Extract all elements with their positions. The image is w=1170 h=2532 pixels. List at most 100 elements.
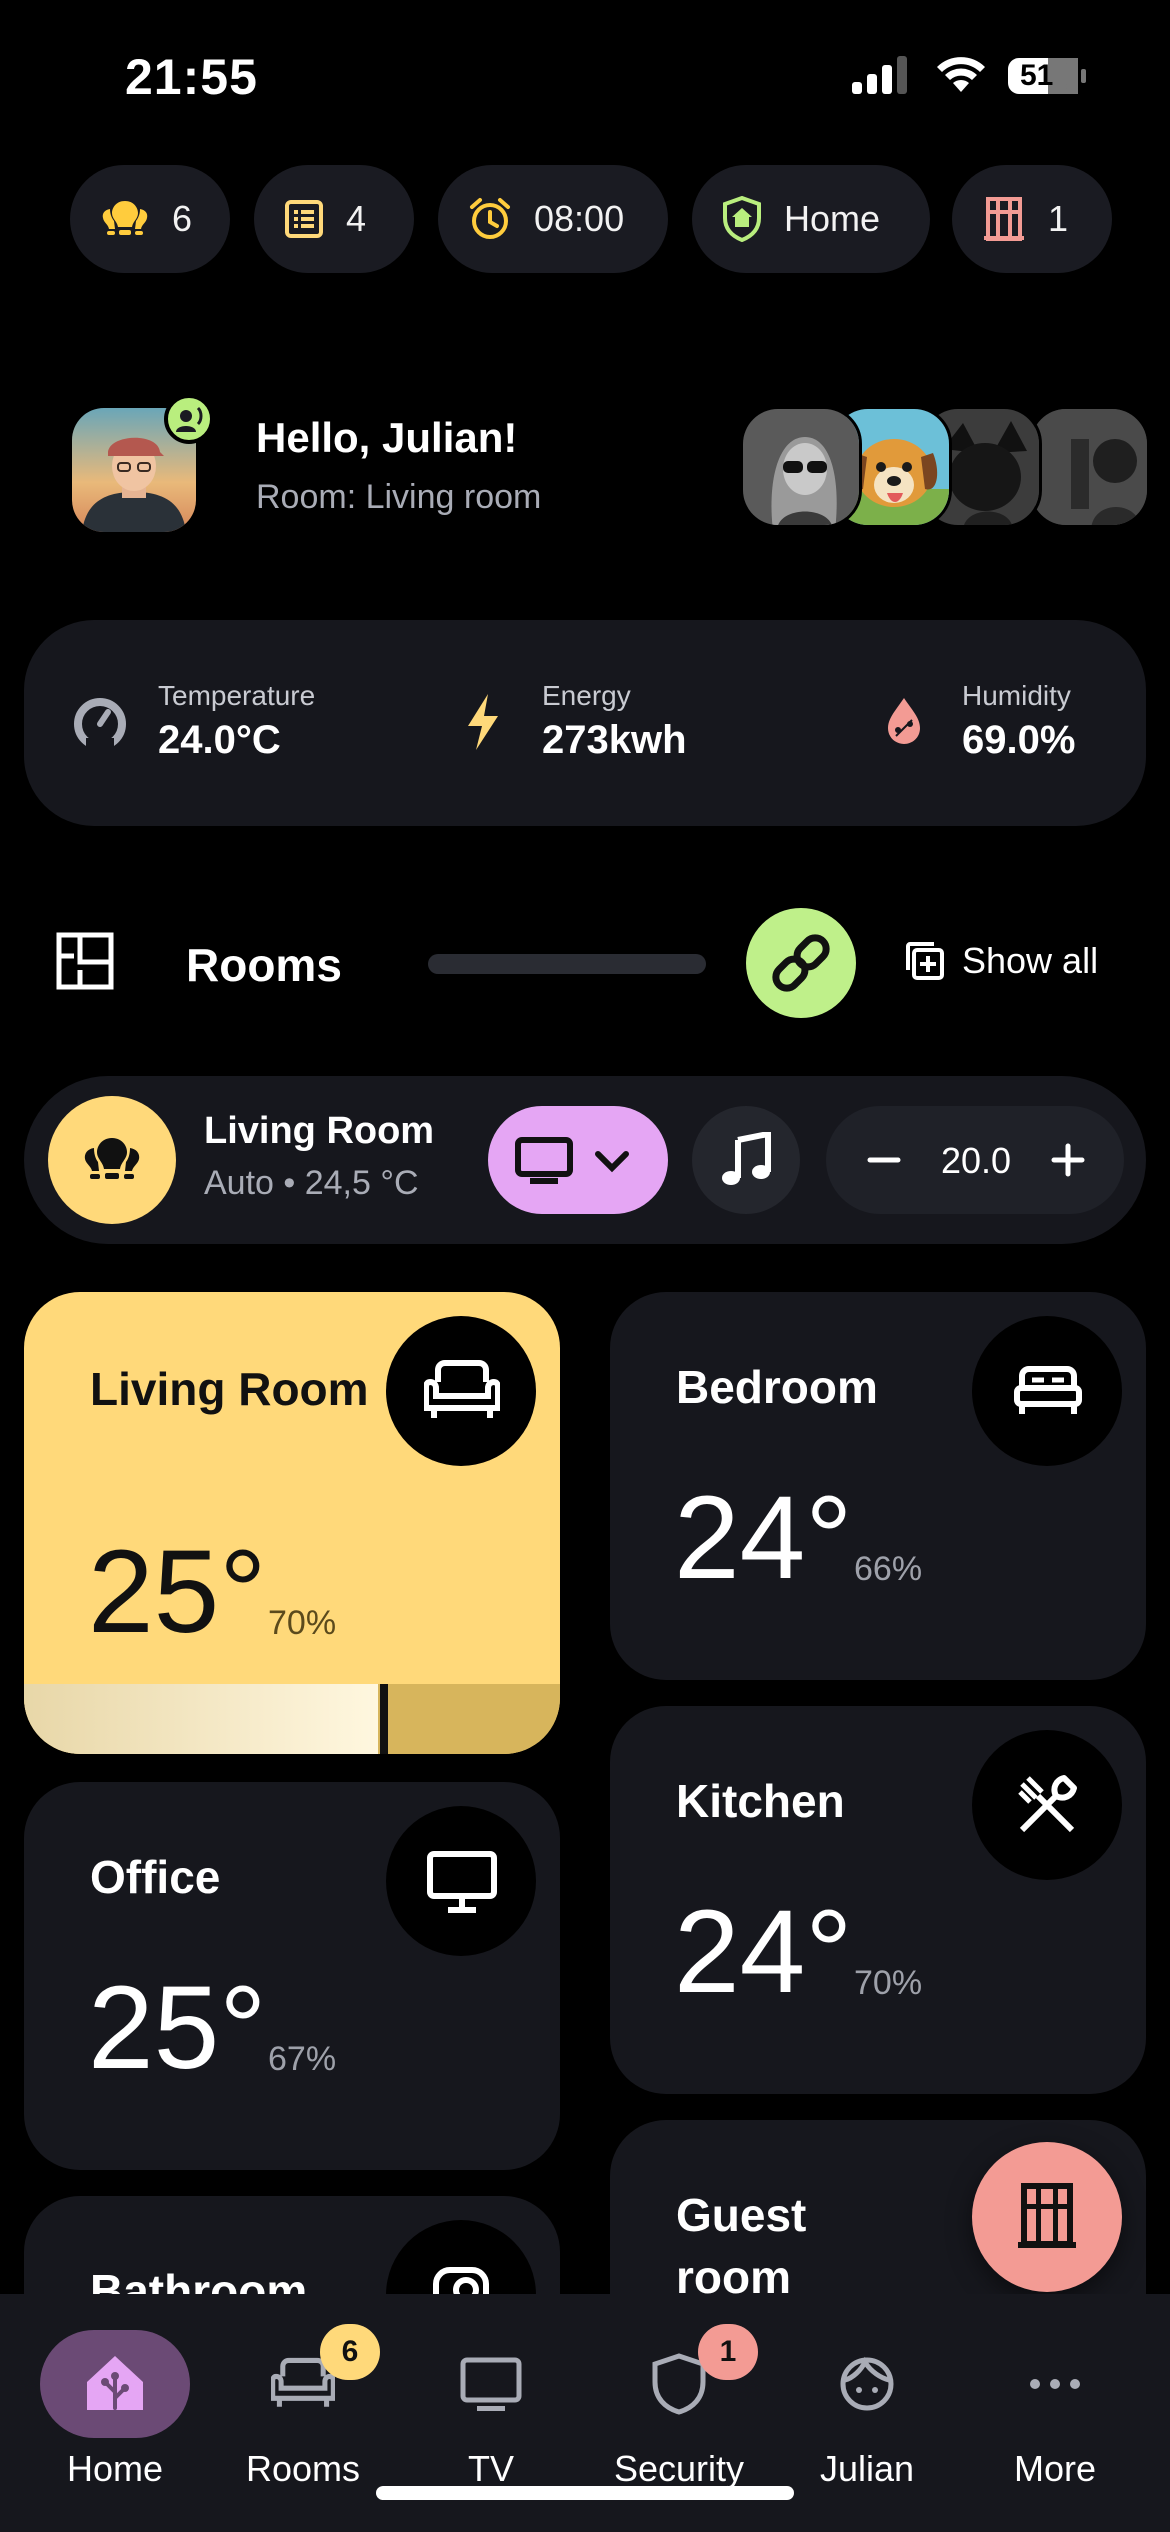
chip-mode[interactable]: Home bbox=[692, 165, 930, 273]
nav-rooms[interactable]: 6 Rooms bbox=[208, 2324, 398, 2500]
door-icon bbox=[1018, 2183, 1076, 2248]
room-card-humidity: 70% bbox=[268, 1604, 337, 1642]
alarm-clock-icon bbox=[470, 198, 510, 239]
sofa-icon bbox=[424, 1360, 500, 1418]
chip-doors[interactable]: 1 bbox=[952, 165, 1112, 273]
room-card-bedroom[interactable]: Bedroom 24° 66% bbox=[610, 1292, 1146, 1680]
rooms-badge: 6 bbox=[320, 2324, 380, 2380]
rooms-header: Rooms Show all bbox=[50, 900, 1140, 1030]
monitor-icon bbox=[427, 1851, 497, 1913]
dots-icon bbox=[1030, 2379, 1080, 2389]
fork-knife-icon bbox=[1018, 1775, 1077, 1833]
family-avatar[interactable] bbox=[740, 406, 862, 528]
nav-label: Security bbox=[613, 2448, 745, 2489]
carousel-indicator[interactable] bbox=[428, 954, 706, 974]
nav-security[interactable]: 1 Security bbox=[584, 2324, 774, 2500]
brightness-fill bbox=[24, 1684, 378, 1754]
security-badge: 1 bbox=[698, 2324, 758, 2380]
sensor-summary: Temperature 24.0°C Energy 273kwh Humidit… bbox=[24, 620, 1146, 826]
nav-home[interactable]: Home bbox=[20, 2330, 210, 2500]
minus-icon[interactable] bbox=[854, 1130, 914, 1190]
battery-level: 51 bbox=[1020, 59, 1054, 92]
library-add-icon bbox=[906, 942, 944, 980]
door-icon bbox=[984, 197, 1024, 241]
setpoint-value: 20.0 bbox=[940, 1140, 1012, 1181]
sensor-energy[interactable]: Energy 273kwh bbox=[542, 680, 687, 763]
nav-label: More bbox=[1013, 2448, 1097, 2489]
person-face-icon bbox=[840, 2356, 894, 2411]
room-card-office[interactable]: Office 25° 67% bbox=[24, 1782, 560, 2170]
nav-more[interactable]: More bbox=[960, 2330, 1150, 2500]
room-card-kitchen[interactable]: Kitchen 24° 70% bbox=[610, 1706, 1146, 2094]
room-card-temperature: 24° bbox=[674, 1472, 853, 1604]
door-fab-button[interactable] bbox=[972, 2142, 1122, 2292]
light-toggle-button[interactable] bbox=[48, 1096, 176, 1224]
music-button[interactable] bbox=[692, 1106, 800, 1214]
nav-label: Julian bbox=[819, 2448, 915, 2489]
plus-icon[interactable] bbox=[1038, 1130, 1098, 1190]
brightness-slider[interactable] bbox=[24, 1684, 560, 1754]
room-icon-button[interactable] bbox=[972, 1730, 1122, 1880]
sensor-value: 69.0% bbox=[962, 718, 1076, 762]
chip-tasks[interactable]: 4 bbox=[254, 165, 414, 273]
tv-icon bbox=[515, 1137, 573, 1184]
sensor-humidity[interactable]: Humidity 69.0% bbox=[962, 680, 1075, 763]
family-avatars bbox=[740, 406, 1150, 528]
control-room-name: Living Room bbox=[204, 1110, 435, 1152]
link-button[interactable] bbox=[746, 908, 856, 1018]
family-avatar[interactable] bbox=[1028, 406, 1150, 528]
sensor-value: 24.0°C bbox=[158, 718, 281, 762]
music-note-icon bbox=[722, 1132, 771, 1185]
list-icon bbox=[285, 200, 323, 238]
chip-alarm-time: 08:00 bbox=[534, 198, 625, 239]
battery-icon: 51 bbox=[1008, 56, 1088, 96]
room-card-name: Guest room bbox=[676, 2189, 807, 2303]
nav-julian-icon-wrap bbox=[792, 2330, 942, 2438]
cellular-signal-icon bbox=[852, 56, 907, 94]
chip-mode-label: Home bbox=[784, 198, 881, 239]
shield-home-icon bbox=[723, 196, 761, 242]
nav-julian[interactable]: Julian bbox=[772, 2330, 962, 2500]
chip-tasks-count: 4 bbox=[346, 198, 367, 239]
sensor-label: Energy bbox=[542, 680, 631, 711]
show-all-button[interactable]: Show all bbox=[904, 940, 1098, 982]
room-card-name: Bedroom bbox=[676, 1361, 878, 1413]
status-time: 21:55 bbox=[125, 49, 258, 105]
status-bar: 21:55 51 bbox=[0, 0, 1170, 150]
room-icon-button[interactable] bbox=[386, 1806, 536, 1956]
chip-doors-count: 1 bbox=[1048, 198, 1069, 239]
greeting-text: Hello, Julian! bbox=[256, 414, 518, 461]
sensor-temperature[interactable]: Temperature 24.0°C bbox=[158, 680, 315, 763]
rooms-title: Rooms bbox=[186, 939, 342, 991]
home-indicator[interactable] bbox=[376, 2486, 794, 2500]
nav-label: Rooms bbox=[245, 2448, 361, 2489]
chip-lights[interactable]: 6 bbox=[70, 165, 230, 273]
bulb-group-icon bbox=[84, 1138, 140, 1179]
tv-dropdown-button[interactable] bbox=[488, 1106, 668, 1214]
current-room: Room: Living room bbox=[256, 478, 542, 516]
water-drop-icon bbox=[888, 698, 920, 744]
greeting-row: Hello, Julian! Room: Living room bbox=[72, 394, 1150, 538]
brightness-thumb[interactable] bbox=[380, 1684, 388, 1754]
room-icon-button[interactable] bbox=[972, 1316, 1122, 1466]
chevron-down-icon bbox=[595, 1151, 629, 1173]
room-card-temperature: 25° bbox=[88, 1526, 267, 1658]
nav-label: TV bbox=[467, 2448, 514, 2489]
room-card-living-room[interactable]: Living Room 25° 70% bbox=[24, 1292, 560, 1754]
floorplan-icon[interactable] bbox=[56, 932, 114, 990]
lightning-icon bbox=[468, 694, 498, 750]
room-card-name: Kitchen bbox=[676, 1775, 845, 1827]
home-assistant-icon bbox=[87, 2356, 143, 2410]
show-all-label: Show all bbox=[962, 940, 1099, 981]
room-card-name: Living Room bbox=[90, 1363, 369, 1415]
chip-alarm[interactable]: 08:00 bbox=[438, 165, 668, 273]
room-card-temperature: 24° bbox=[674, 1886, 853, 2018]
nav-tv[interactable]: TV bbox=[396, 2330, 586, 2500]
sensor-label: Humidity bbox=[962, 680, 1071, 711]
room-icon-button[interactable] bbox=[386, 1316, 536, 1466]
wifi-icon bbox=[937, 57, 985, 92]
bed-icon bbox=[1014, 1366, 1082, 1414]
nav-more-icon-wrap bbox=[980, 2330, 1130, 2438]
link-icon bbox=[772, 934, 830, 992]
sensor-value: 273kwh bbox=[542, 718, 687, 762]
